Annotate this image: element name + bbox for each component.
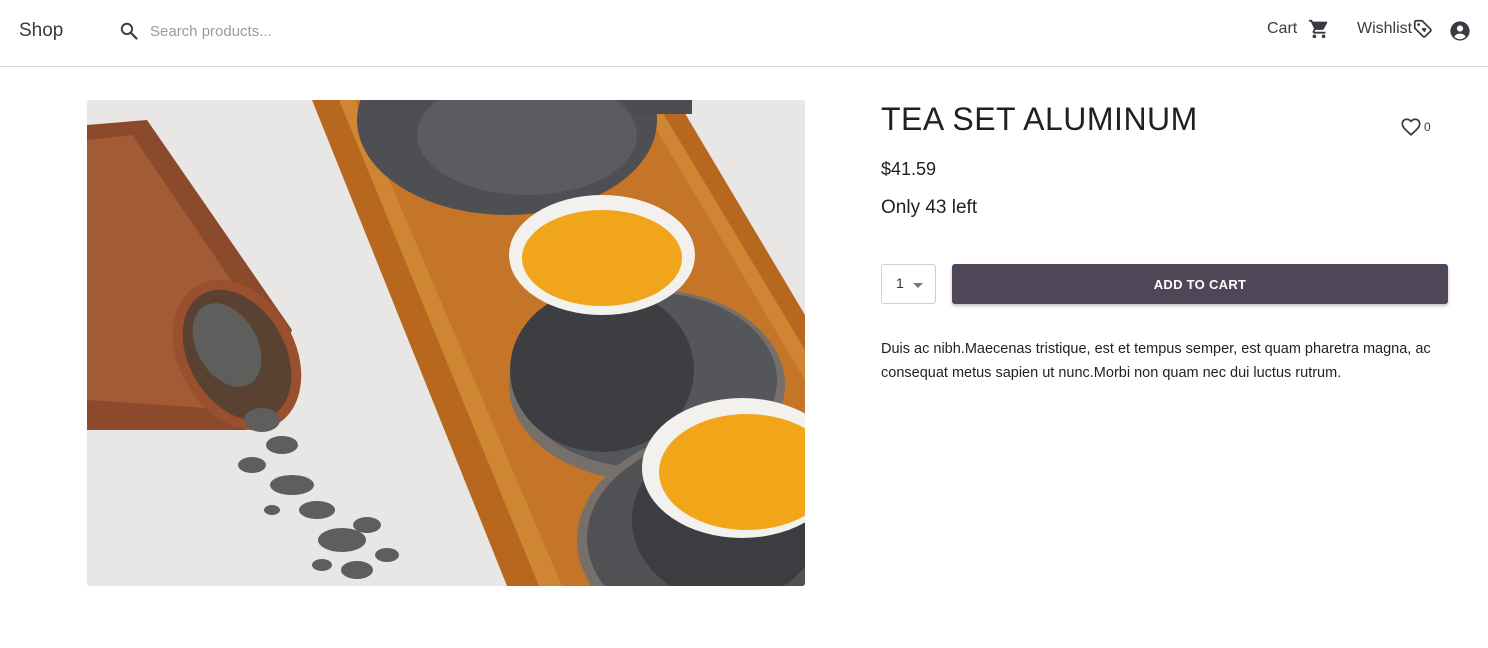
tag-icon	[1413, 19, 1432, 38]
product-description: Duis ac nibh.Maecenas tristique, est et …	[881, 341, 1431, 381]
product-image	[87, 100, 805, 586]
cart-label: Cart	[1267, 20, 1298, 37]
search-input[interactable]	[150, 18, 530, 44]
wishlist-count: 0	[1424, 120, 1431, 134]
wishlist-link[interactable]: Wishlist	[1357, 18, 1434, 40]
quantity-value: 1	[896, 275, 904, 291]
wishlist-toggle[interactable]: 0	[1400, 116, 1431, 138]
wishlist-label: Wishlist	[1357, 20, 1413, 37]
account-circle-icon[interactable]	[1449, 20, 1471, 42]
search-icon[interactable]	[119, 21, 139, 41]
heart-icon	[1401, 118, 1421, 136]
cart-link[interactable]: Cart	[1267, 18, 1330, 40]
stock-status: Only 43 left	[881, 197, 978, 218]
add-to-cart-button[interactable]: ADD TO CART	[952, 264, 1448, 304]
top-nav-bar: Shop Cart Wishlist	[0, 0, 1488, 67]
cart-icon	[1309, 19, 1328, 39]
shop-logo-link[interactable]: Shop	[19, 20, 63, 42]
tea-set-photo	[87, 100, 805, 586]
quantity-select[interactable]: 1	[881, 264, 936, 304]
product-price: $41.59	[881, 159, 937, 179]
chevron-down-icon	[913, 283, 923, 288]
product-title: TEA SET ALUMINUM	[881, 101, 1198, 137]
